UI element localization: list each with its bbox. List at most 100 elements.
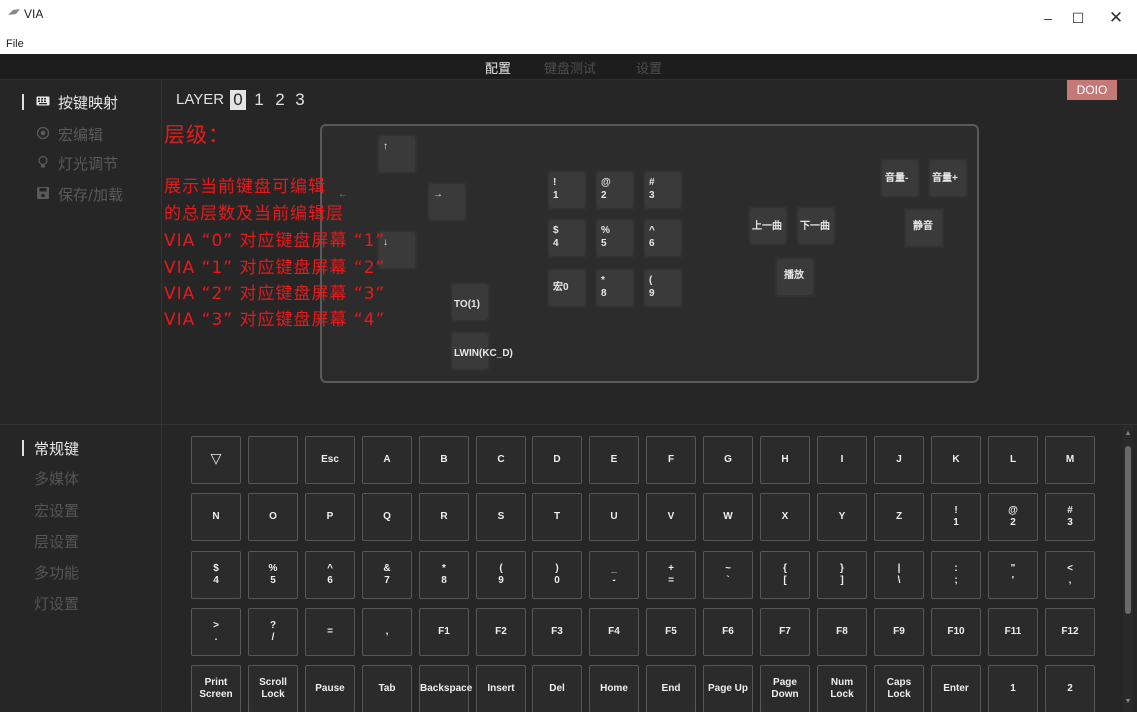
palette-key[interactable]: ) 0 <box>532 551 582 599</box>
palette-key[interactable]: F6 <box>703 608 753 656</box>
palette-key[interactable]: Del <box>532 665 582 712</box>
category-special[interactable]: 多功能 <box>34 562 79 583</box>
palette-key[interactable]: Y <box>817 493 867 541</box>
key-8[interactable]: * 8 <box>595 268 635 308</box>
palette-key[interactable]: , <box>362 608 412 656</box>
layer-0-button[interactable]: 0 <box>230 90 246 110</box>
palette-key[interactable]: Caps Lock <box>874 665 924 712</box>
tab-settings[interactable]: 设置 <box>636 58 662 77</box>
palette-key[interactable]: ^ 6 <box>305 551 355 599</box>
palette-key[interactable]: N <box>191 493 241 541</box>
palette-key[interactable]: & 7 <box>362 551 412 599</box>
palette-key[interactable]: B <box>419 436 469 484</box>
palette-key[interactable]: F10 <box>931 608 981 656</box>
palette-key[interactable]: ▽ <box>191 436 241 484</box>
palette-key[interactable]: Q <box>362 493 412 541</box>
key-6[interactable]: ^ 6 <box>643 218 683 258</box>
palette-key[interactable]: O <box>248 493 298 541</box>
to1-key[interactable]: TO(1) <box>450 282 490 322</box>
volume-down-key[interactable]: 音量- <box>880 158 920 198</box>
palette-key[interactable]: C <box>476 436 526 484</box>
palette-scrollbar[interactable]: ▲ ▼ <box>1123 426 1133 712</box>
palette-key[interactable]: = <box>305 608 355 656</box>
palette-key[interactable]: F5 <box>646 608 696 656</box>
scroll-thumb[interactable] <box>1125 446 1131 614</box>
palette-key[interactable]: W <box>703 493 753 541</box>
macro0-key[interactable]: 宏0 <box>547 268 587 308</box>
scroll-down-icon[interactable]: ▼ <box>1123 698 1133 705</box>
palette-key[interactable]: V <box>646 493 696 541</box>
palette-key[interactable]: ! 1 <box>931 493 981 541</box>
tab-config[interactable]: 配置 <box>485 58 511 77</box>
sidebar-item-keymap[interactable]: 按键映射 <box>36 92 156 112</box>
category-layers[interactable]: 层设置 <box>34 531 79 552</box>
palette-key[interactable]: Page Up <box>703 665 753 712</box>
layer-1-button[interactable]: 1 <box>251 90 267 110</box>
category-media[interactable]: 多媒体 <box>34 468 79 489</box>
palette-key[interactable]: E <box>589 436 639 484</box>
palette-key[interactable]: L <box>988 436 1038 484</box>
file-menu[interactable]: File <box>6 38 24 50</box>
palette-key[interactable]: Z <box>874 493 924 541</box>
tab-key-test[interactable]: 键盘测试 <box>544 58 596 77</box>
palette-key[interactable]: 1 <box>988 665 1038 712</box>
key-4[interactable]: $ 4 <box>547 218 587 258</box>
palette-key[interactable]: # 3 <box>1045 493 1095 541</box>
palette-key[interactable]: F11 <box>988 608 1038 656</box>
palette-key[interactable]: P <box>305 493 355 541</box>
palette-key[interactable]: K <box>931 436 981 484</box>
palette-key[interactable]: R <box>419 493 469 541</box>
palette-key[interactable]: Page Down <box>760 665 810 712</box>
palette-key[interactable]: Scroll Lock <box>248 665 298 712</box>
maximize-button[interactable]: ☐ <box>1060 6 1096 30</box>
mute-key[interactable]: 静音 <box>904 208 944 248</box>
palette-key[interactable]: ~ ` <box>703 551 753 599</box>
palette-key[interactable]: ? / <box>248 608 298 656</box>
palette-key[interactable]: : ; <box>931 551 981 599</box>
palette-key[interactable]: A <box>362 436 412 484</box>
palette-key[interactable]: T <box>532 493 582 541</box>
palette-key[interactable]: Tab <box>362 665 412 712</box>
key-2[interactable]: @ 2 <box>595 170 635 210</box>
sidebar-item-save-load[interactable]: 保存/加载 <box>36 184 156 204</box>
palette-key[interactable]: F3 <box>532 608 582 656</box>
volume-up-key[interactable]: 音量+ <box>928 158 968 198</box>
sidebar-item-macros[interactable]: 宏编辑 <box>36 124 156 144</box>
up-arrow-key[interactable]: ↑ <box>377 134 417 174</box>
key-9[interactable]: ( 9 <box>643 268 683 308</box>
palette-key[interactable]: " ' <box>988 551 1038 599</box>
palette-key[interactable]: X <box>760 493 810 541</box>
palette-key[interactable]: F7 <box>760 608 810 656</box>
key-5[interactable]: % 5 <box>595 218 635 258</box>
palette-key[interactable]: F8 <box>817 608 867 656</box>
palette-key[interactable]: < , <box>1045 551 1095 599</box>
palette-key[interactable]: _ - <box>589 551 639 599</box>
palette-key[interactable]: F9 <box>874 608 924 656</box>
palette-key[interactable]: { [ <box>760 551 810 599</box>
layer-2-button[interactable]: 2 <box>272 90 288 110</box>
palette-key[interactable] <box>248 436 298 484</box>
palette-key[interactable]: Backspace <box>419 665 472 712</box>
palette-key[interactable]: J <box>874 436 924 484</box>
palette-key[interactable]: Pause <box>305 665 355 712</box>
category-basic[interactable]: 常规键 <box>34 438 79 459</box>
palette-key[interactable]: G <box>703 436 753 484</box>
key-1[interactable]: ! 1 <box>547 170 587 210</box>
palette-key[interactable]: D <box>532 436 582 484</box>
palette-key[interactable]: F4 <box>589 608 639 656</box>
palette-key[interactable]: I <box>817 436 867 484</box>
palette-key[interactable]: U <box>589 493 639 541</box>
sidebar-item-lighting[interactable]: 灯光调节 <box>36 153 156 173</box>
palette-key[interactable]: F12 <box>1045 608 1095 656</box>
palette-key[interactable]: % 5 <box>248 551 298 599</box>
palette-key[interactable]: M <box>1045 436 1095 484</box>
category-lighting[interactable]: 灯设置 <box>34 593 79 614</box>
palette-key[interactable]: @ 2 <box>988 493 1038 541</box>
layer-3-button[interactable]: 3 <box>292 90 308 110</box>
next-track-key[interactable]: 下一曲 <box>796 206 836 246</box>
right-arrow-key[interactable]: → <box>427 182 467 222</box>
category-macro[interactable]: 宏设置 <box>34 500 79 521</box>
palette-key[interactable]: End <box>646 665 696 712</box>
palette-key[interactable]: Print Screen <box>191 665 241 712</box>
palette-key[interactable]: 2 <box>1045 665 1095 712</box>
